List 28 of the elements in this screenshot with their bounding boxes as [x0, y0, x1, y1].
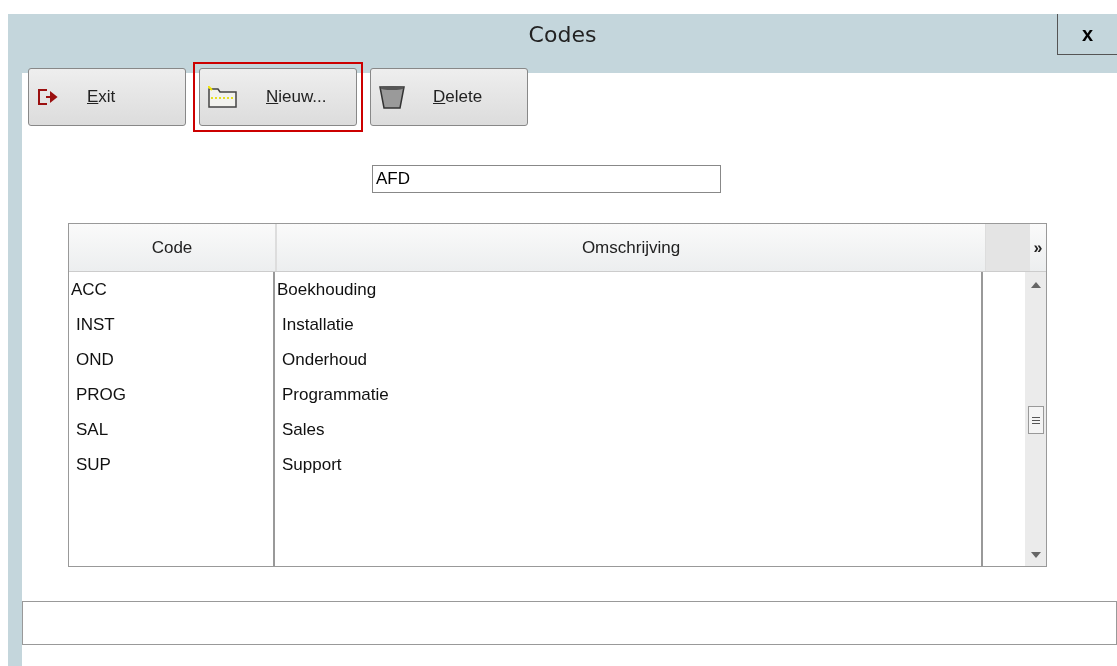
toolbar-button[interactable]: Exit: [28, 68, 186, 126]
table-cell-text: SAL: [75, 419, 110, 441]
table-cell-text: SUP: [75, 454, 112, 476]
table-cell-text: ACC: [70, 279, 108, 301]
exit-icon: [37, 88, 59, 106]
close-button[interactable]: x: [1057, 14, 1117, 55]
table-cell-text: OND: [75, 349, 115, 371]
folder-icon: [208, 86, 238, 108]
table-cell-text: INST: [75, 314, 116, 336]
column-header: [986, 224, 1030, 271]
table-cell-text: Programmatie: [281, 384, 390, 406]
table-cell-text: Onderhoud: [281, 349, 369, 371]
table-cell-text: Boekhouding: [276, 279, 378, 301]
table-cell-text: Sales: [281, 419, 326, 441]
scroll-down-icon[interactable]: [1030, 552, 1041, 558]
trash-can-icon: [379, 85, 405, 109]
scroll-thumb[interactable]: [1027, 406, 1044, 434]
scroll-up-icon[interactable]: [1030, 282, 1041, 288]
toolbar-button[interactable]: Delete: [370, 68, 528, 126]
table-cell-text: Support: [281, 454, 343, 476]
toolbar-button[interactable]: Nieuw...: [199, 68, 357, 126]
table-cell-text: PROG: [75, 384, 128, 406]
more-columns-button[interactable]: »: [1030, 224, 1046, 271]
window-title: Codes: [528, 22, 597, 47]
code-group-field[interactable]: AFD: [372, 165, 721, 193]
column-header[interactable]: Code: [69, 224, 277, 271]
table-cell-text: Installatie: [281, 314, 355, 336]
vertical-scrollbar[interactable]: [1025, 272, 1046, 566]
